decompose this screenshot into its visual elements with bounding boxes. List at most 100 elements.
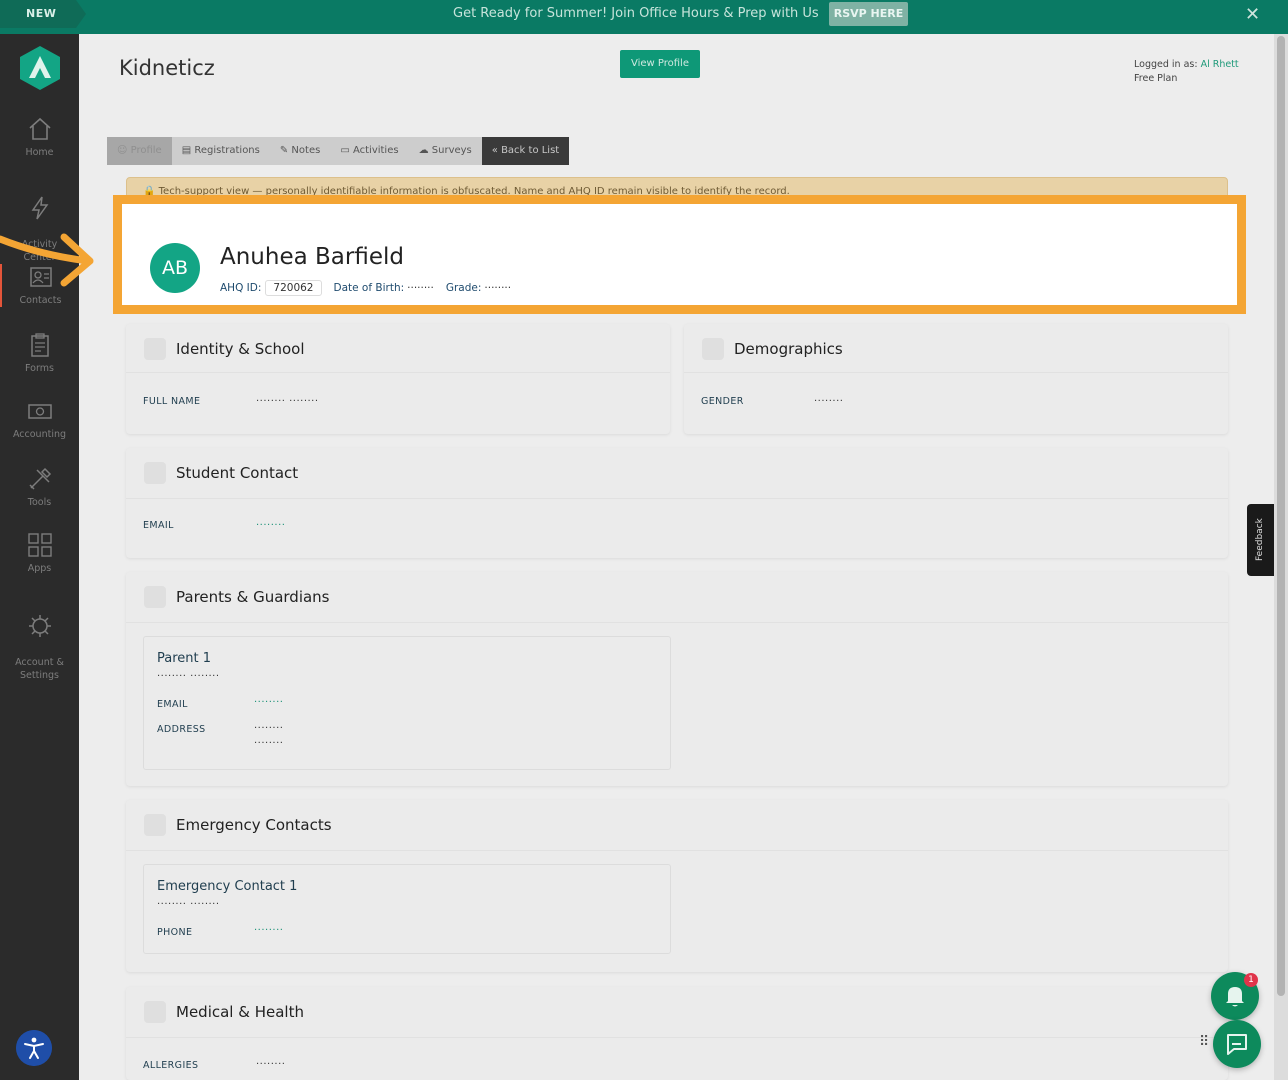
chat-icon xyxy=(1227,1034,1247,1055)
sidebar-item-label: Apps xyxy=(27,563,52,574)
sidebar-item-label: Home xyxy=(25,147,54,158)
banner-message: Get Ready for Summer! Join Office Hours … xyxy=(453,6,819,21)
drag-handle-icon[interactable]: ⠿ xyxy=(1199,1035,1209,1049)
emergency-contact-title: Emergency Contact 1 xyxy=(157,879,298,894)
home-icon xyxy=(28,117,51,140)
activities-icon: ▭ xyxy=(340,145,353,156)
sidebar-item-label: Tools xyxy=(27,497,52,508)
full-name-value: ········ ········ xyxy=(256,396,319,407)
grade-value: ········ xyxy=(484,282,512,294)
profile-tabs: ☺ Profile ▤ Registrations ✎ Notes ▭ Acti… xyxy=(107,137,570,165)
sidebar-item-label: Contacts xyxy=(19,295,62,306)
full-name-label: FULL NAME xyxy=(143,396,201,407)
family-icon xyxy=(144,586,166,608)
gear-icon xyxy=(28,615,51,637)
email-label: EMAIL xyxy=(157,699,188,710)
sidebar-item-home[interactable]: Home xyxy=(0,116,79,159)
card-header: Emergency Contacts xyxy=(144,814,332,836)
dob-value: ········ xyxy=(407,282,434,294)
dob-label: Date of Birth: xyxy=(333,282,405,294)
emergency-contact-name: ········ ········ xyxy=(157,899,220,910)
sidebar-item-account-settings[interactable]: Account & Settings xyxy=(0,600,79,682)
email-value[interactable]: ········ xyxy=(254,697,283,708)
parent-card: Parent 1 ········ ········ EMAIL ·······… xyxy=(143,636,671,770)
clipboard-icon: ▤ xyxy=(181,145,195,156)
ahq-id-value: 720062 xyxy=(265,280,322,296)
notification-badge: 1 xyxy=(1244,973,1258,987)
card-header: Demographics xyxy=(702,338,843,360)
medical-icon xyxy=(144,1001,166,1023)
parent-name: ········ ········ xyxy=(157,671,220,682)
avatar: AB xyxy=(150,243,200,293)
card-header: Parents & Guardians xyxy=(144,586,330,608)
lightning-icon xyxy=(31,196,48,220)
card-title: Emergency Contacts xyxy=(176,816,332,834)
identity-school-card: Identity & School FULL NAME ········ ···… xyxy=(126,324,670,434)
phone-value[interactable]: ········ xyxy=(254,925,283,936)
student-contact-card: Student Contact EMAIL ········ xyxy=(126,448,1228,558)
card-title: Student Contact xyxy=(176,464,299,482)
allergies-value: ········ xyxy=(256,1059,286,1070)
chat-button[interactable] xyxy=(1213,1020,1261,1068)
sidebar-item-label: Accounting xyxy=(12,429,67,440)
sidebar-item-tools[interactable]: Tools xyxy=(0,466,79,509)
card-title: Demographics xyxy=(734,340,843,358)
logged-in-user-link[interactable]: Al Rhett xyxy=(1201,59,1239,70)
student-meta: AHQ ID: 720062 Date of Birth: ········ G… xyxy=(220,280,523,296)
close-icon[interactable]: ✕ xyxy=(1245,4,1260,25)
email-label: EMAIL xyxy=(143,520,174,531)
gender-value: ········ xyxy=(814,396,844,407)
tab-activities[interactable]: ▭ Activities xyxy=(330,137,409,165)
tab-profile[interactable]: ☺ Profile xyxy=(107,137,172,165)
address-line2: ········ xyxy=(254,738,284,749)
scrollbar[interactable] xyxy=(1274,34,1288,1080)
rsvp-button[interactable]: RSVP HERE xyxy=(829,2,908,26)
annotation-arrow-icon xyxy=(0,233,94,287)
logged-in-label: Logged in as: xyxy=(1134,59,1198,70)
card-header: Medical & Health xyxy=(144,1001,304,1023)
address-label: ADDRESS xyxy=(157,724,206,735)
profile-icon: ☺ xyxy=(117,145,131,156)
sidebar-item-accounting[interactable]: Accounting xyxy=(0,398,79,441)
tab-registrations[interactable]: ▤ Registrations xyxy=(171,137,270,165)
emergency-contact-card: Emergency Contact 1 ········ ········ PH… xyxy=(143,864,671,954)
card-title: Identity & School xyxy=(176,340,305,358)
card-title: Medical & Health xyxy=(176,1003,304,1021)
sidebar: Home Activity Center Contacts Forms Acco… xyxy=(0,34,79,1080)
scrollbar-thumb[interactable] xyxy=(1277,36,1285,996)
tab-surveys[interactable]: ☁ Surveys xyxy=(408,137,482,165)
parent-title: Parent 1 xyxy=(157,651,212,666)
gender-label: GENDER xyxy=(701,396,744,407)
id-card-icon xyxy=(144,338,166,360)
announcement-banner: NEW Get Ready for Summer! Join Office Ho… xyxy=(0,0,1288,34)
grade-label: Grade: xyxy=(445,282,482,294)
allergies-label: ALLERGIES xyxy=(143,1060,199,1071)
address-line1: ········ xyxy=(254,723,284,734)
sidebar-item-forms[interactable]: Forms xyxy=(0,332,79,375)
cloud-icon: ☁ xyxy=(418,145,432,156)
money-icon xyxy=(27,404,52,419)
emergency-contacts-card: Emergency Contacts Emergency Contact 1 ·… xyxy=(126,800,1228,972)
sidebar-item-label: Account & Settings xyxy=(15,657,64,681)
demographics-card: Demographics GENDER ········ xyxy=(684,324,1228,434)
tab-notes[interactable]: ✎ Notes xyxy=(269,137,331,165)
sidebar-item-apps[interactable]: Apps xyxy=(0,532,79,575)
phone-icon xyxy=(144,462,166,484)
student-header-highlight: AB Anuhea Barfield AHQ ID: 720062 Date o… xyxy=(113,195,1246,314)
medical-health-card: Medical & Health ALLERGIES ········ xyxy=(126,987,1228,1080)
sidebar-item-label: Forms xyxy=(25,363,54,374)
ahq-id-label: AHQ ID: xyxy=(220,282,262,294)
back-to-list-button[interactable]: « Back to List xyxy=(481,137,570,165)
feedback-tab[interactable]: Feedback xyxy=(1247,504,1274,576)
view-profile-button[interactable]: View Profile xyxy=(620,50,700,78)
parents-guardians-card: Parents & Guardians Parent 1 ········ ··… xyxy=(126,572,1228,786)
student-name: Anuhea Barfield xyxy=(220,244,404,270)
accessibility-icon[interactable] xyxy=(16,1030,52,1066)
plan-label: Free Plan xyxy=(1134,73,1178,84)
bar-chart-icon xyxy=(702,338,724,360)
email-value[interactable]: ········ xyxy=(256,520,285,531)
card-header: Identity & School xyxy=(144,338,305,360)
edit-icon: ✎ xyxy=(279,145,292,156)
clipboard-icon xyxy=(30,333,49,357)
app-logo[interactable] xyxy=(20,46,60,90)
